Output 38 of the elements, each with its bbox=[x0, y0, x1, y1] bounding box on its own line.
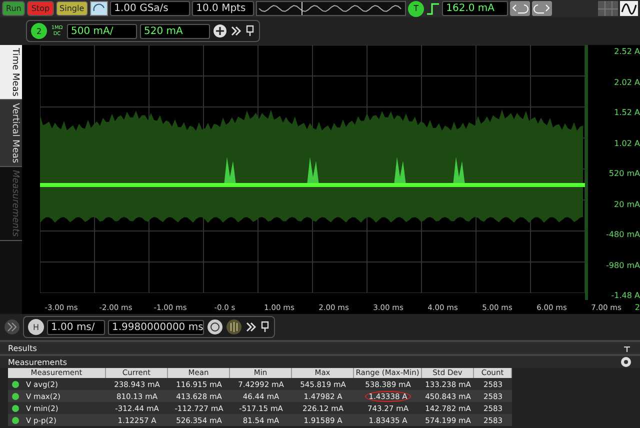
redo-icon[interactable] bbox=[532, 1, 552, 16]
waveform-overview-icon bbox=[256, 1, 406, 16]
plus-icon[interactable] bbox=[213, 24, 227, 38]
position-field[interactable]: 1.9980000000 ms bbox=[108, 320, 204, 334]
axis-label: -1.48 A bbox=[610, 291, 640, 300]
axis-label: 520 mA bbox=[608, 169, 640, 178]
trigger-badge[interactable]: T bbox=[408, 0, 424, 16]
scale-field[interactable]: 500 mA/ bbox=[67, 24, 137, 38]
offset-field[interactable]: 520 mA bbox=[140, 24, 210, 38]
axis-label: -480 mA bbox=[605, 230, 640, 239]
chevrons-icon[interactable] bbox=[245, 321, 257, 333]
single-button[interactable]: Single bbox=[56, 1, 88, 16]
panel-title: Measurements bbox=[8, 358, 68, 366]
axis-label: -980 mA bbox=[605, 260, 640, 270]
autoscale-icon[interactable] bbox=[90, 1, 108, 16]
waveform-icon[interactable] bbox=[620, 1, 638, 16]
memory-depth-readout: 10.0 Mpts bbox=[192, 1, 254, 16]
axis-label: 1.52 A bbox=[613, 108, 640, 117]
results-title: Results bbox=[8, 344, 37, 352]
axis-label: 2.52 A bbox=[613, 47, 640, 56]
side-tab[interactable]: Time Meas bbox=[0, 45, 22, 100]
horizontal-badge[interactable]: H bbox=[28, 319, 44, 335]
axis-label: 1.02 A bbox=[613, 138, 640, 148]
axis-label: 20 mA bbox=[613, 200, 640, 208]
sample-rate-readout: 1.00 GSa/s bbox=[110, 1, 190, 16]
axis-label: 2 bbox=[634, 302, 640, 312]
expand-icon[interactable] bbox=[4, 319, 20, 335]
gauge-icon[interactable] bbox=[226, 319, 242, 335]
axis-label: 2.02 A bbox=[613, 78, 640, 86]
side-tab[interactable]: Vertical Meas bbox=[0, 100, 22, 168]
undo-icon[interactable] bbox=[510, 1, 530, 16]
run-button[interactable]: Run bbox=[2, 1, 26, 16]
chevrons-icon[interactable] bbox=[230, 25, 242, 37]
rising-edge-icon[interactable] bbox=[426, 2, 440, 16]
channel-badge[interactable]: 2 bbox=[31, 23, 47, 39]
timebase-field[interactable]: 1.00 ms/ bbox=[47, 320, 105, 334]
zoom-icon[interactable] bbox=[207, 319, 223, 335]
trigger-level-readout: 162.0 mA bbox=[442, 1, 508, 16]
